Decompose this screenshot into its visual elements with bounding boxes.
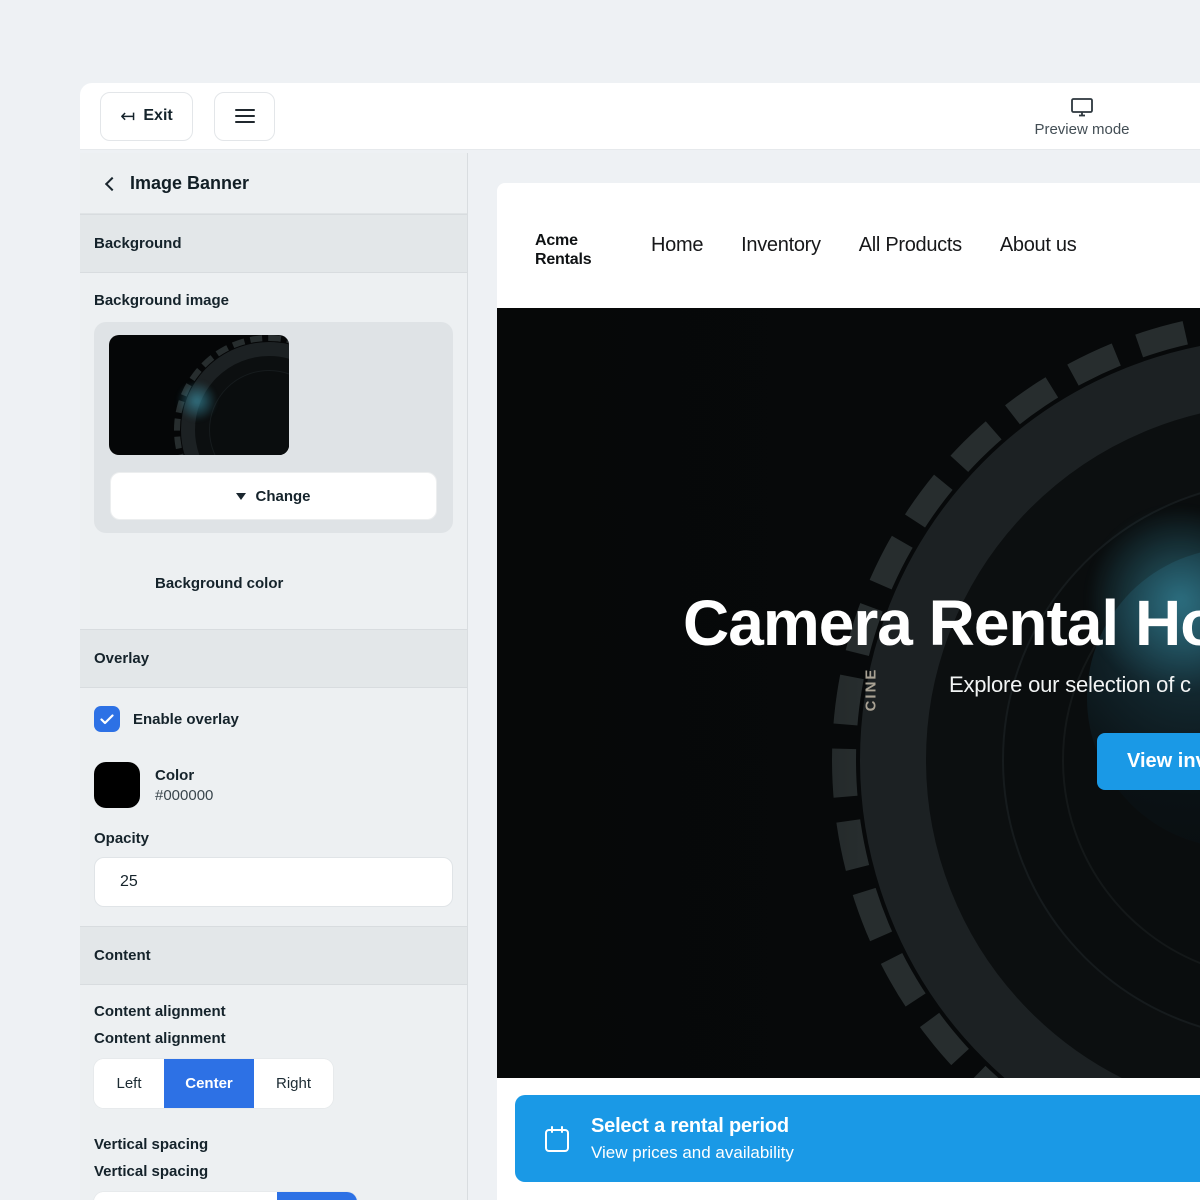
overlay-color-value: #000000 [155,787,213,804]
section-header-overlay: Overlay [80,629,467,688]
change-image-button[interactable]: Change [110,472,437,520]
section-header-content: Content [80,926,467,985]
panel-title: Image Banner [130,173,249,194]
spacing-segment-3[interactable] [277,1192,357,1200]
background-image-label: Background image [94,292,467,309]
rental-period-banner[interactable]: Select a rental period View prices and a… [515,1095,1200,1182]
vertical-spacing-control [94,1192,357,1200]
change-label: Change [255,488,310,505]
overlay-color-row: Color #000000 [94,762,467,808]
content-alignment-label: Content alignment [94,1003,467,1020]
dropdown-triangle-icon [236,493,246,500]
spacing-segment-1[interactable] [94,1192,176,1200]
site-logo[interactable]: Acme Rentals [535,231,591,269]
vertical-spacing-label: Vertical spacing [94,1163,467,1180]
background-image-thumbnail[interactable] [109,335,289,455]
nav-link-about-us[interactable]: About us [1000,234,1077,257]
checkmark-icon [100,714,114,725]
exit-arrow-icon: ↤ [120,107,135,125]
hero-banner: CINE Camera Rental Ho Explore our select… [497,308,1200,1078]
preview-mode-toggle[interactable]: Preview mode [932,91,1200,143]
logo-line-1: Acme [535,231,591,250]
background-image-card: Change [94,322,453,533]
align-center-segment[interactable]: Center [164,1059,254,1108]
exit-button[interactable]: ↤ Exit [100,92,193,141]
settings-sidebar: Image Banner Background Background image… [80,153,468,1200]
preview-body: Select a rental period View prices and a… [497,1078,1200,1200]
opacity-input[interactable] [94,857,453,907]
back-chevron-icon[interactable] [105,176,119,190]
spacing-segment-2[interactable] [176,1192,277,1200]
logo-line-2: Rentals [535,250,591,269]
enable-overlay-row: Enable overlay [94,706,467,732]
exit-label: Exit [143,107,172,125]
hero-subheading: Explore our selection of c [949,672,1191,698]
preview-site-nav: Acme Rentals Home Inventory All Products… [497,183,1200,308]
nav-link-all-products[interactable]: All Products [859,234,962,257]
top-toolbar: ↤ Exit Preview mode [80,83,1200,150]
banner-title: Select a rental period [591,1115,794,1138]
nav-link-inventory[interactable]: Inventory [741,234,821,257]
hamburger-icon [235,109,255,111]
overlay-color-label: Color [155,767,213,784]
enable-overlay-checkbox[interactable] [94,706,120,732]
hero-heading: Camera Rental Ho [683,586,1200,660]
site-nav-links: Home Inventory All Products About us [651,183,1076,308]
preview-mode-label: Preview mode [1034,121,1129,138]
section-header-background: Background [80,214,467,273]
align-right-segment[interactable]: Right [254,1059,333,1108]
app-window: ↤ Exit Preview mode Image Banner Backgro… [0,0,1200,1200]
lens-engraving-text: CINE [863,660,880,720]
menu-button[interactable] [214,92,275,141]
align-left-segment[interactable]: Left [94,1059,164,1108]
vertical-spacing-label: Vertical spacing [94,1136,467,1153]
opacity-label: Opacity [94,830,467,847]
view-inventory-button[interactable]: View inv [1097,733,1200,790]
nav-link-home[interactable]: Home [651,234,703,257]
calendar-icon [543,1124,571,1154]
panel-header[interactable]: Image Banner [80,153,467,214]
content-alignment-control: Left Center Right [94,1059,333,1108]
enable-overlay-label: Enable overlay [133,711,239,728]
overlay-color-swatch[interactable] [94,762,140,808]
monitor-icon [1070,97,1094,117]
content-alignment-label: Content alignment [94,1030,467,1047]
banner-subtitle: View prices and availability [591,1143,794,1163]
background-color-label: Background color [155,575,467,592]
